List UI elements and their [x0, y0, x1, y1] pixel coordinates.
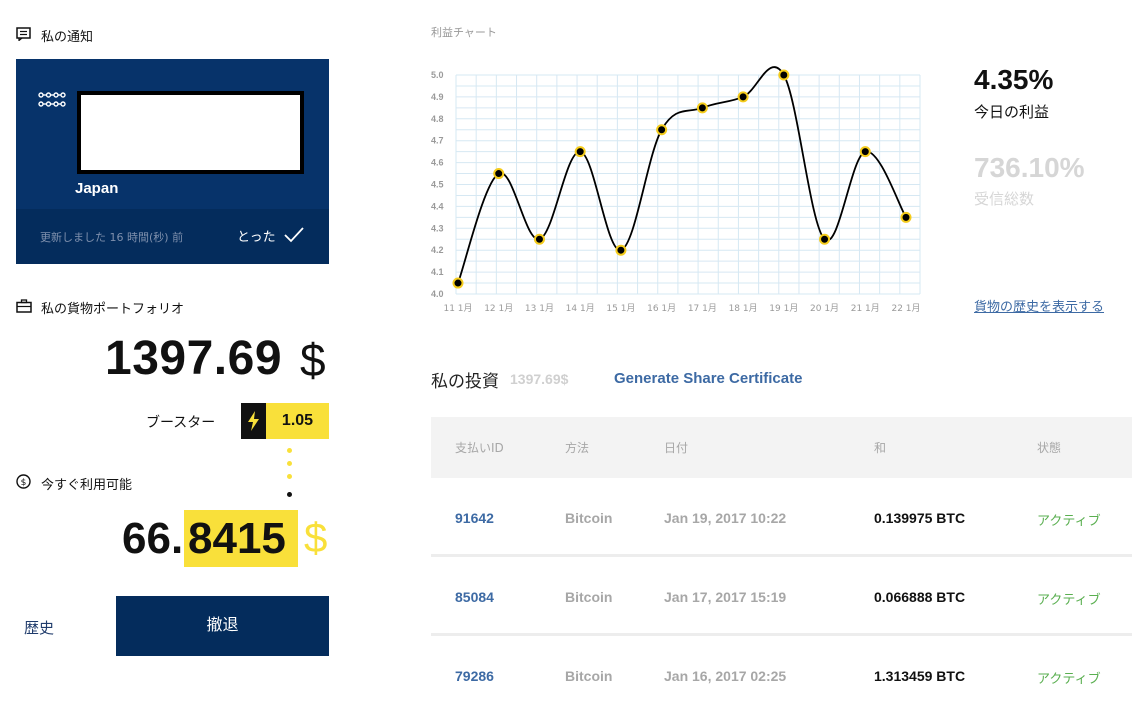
payment-id-link[interactable]: 91642: [455, 510, 494, 526]
payment-date: Jan 16, 2017 02:25: [664, 668, 787, 684]
y-tick-label: 4.1: [431, 267, 444, 277]
column-header-id: 支払いID: [455, 441, 504, 455]
y-tick-label: 4.5: [431, 180, 444, 190]
total-received-value: 736.10%: [974, 152, 1085, 183]
x-tick-label: 13 1月: [525, 303, 554, 314]
payment-sum: 0.066888 BTC: [874, 589, 966, 605]
x-tick-label: 15 1月: [606, 303, 635, 314]
data-point: [859, 146, 871, 158]
y-tick-label: 5.0: [431, 70, 444, 80]
payment-sum: 0.139975 BTC: [874, 510, 966, 526]
generate-certificate-link[interactable]: Generate Share Certificate: [614, 370, 802, 387]
table-row: 91642 Bitcoin Jan 19, 2017 10:22 0.13997…: [431, 478, 1132, 557]
payment-status: アクティブ: [1037, 593, 1101, 608]
y-tick-label: 4.8: [431, 114, 444, 124]
data-point: [452, 277, 464, 289]
column-header-method: 方法: [565, 441, 590, 455]
data-point: [900, 211, 912, 223]
payment-sum: 1.313459 BTC: [874, 668, 966, 684]
today-profit-value: 4.35%: [974, 64, 1054, 95]
x-tick-label: 21 1月: [851, 303, 880, 314]
data-point: [533, 233, 545, 245]
data-point: [819, 233, 831, 245]
x-tick-label: 17 1月: [688, 303, 717, 314]
x-tick-label: 11 1月: [443, 303, 472, 314]
x-tick-label: 14 1月: [566, 303, 595, 314]
column-header-sum: 和: [874, 441, 887, 455]
payment-date: Jan 19, 2017 10:22: [664, 510, 787, 526]
investments-title: 私の投資: [431, 372, 499, 392]
x-tick-label: 16 1月: [647, 303, 676, 314]
y-tick-label: 4.4: [431, 201, 444, 211]
x-tick-label: 18 1月: [729, 303, 758, 314]
y-tick-label: 4.0: [431, 289, 444, 299]
x-tick-label: 22 1月: [891, 303, 920, 314]
table-row: 85084 Bitcoin Jan 17, 2017 15:19 0.06688…: [431, 557, 1132, 636]
payment-method: Bitcoin: [565, 510, 613, 526]
x-tick-label: 12 1月: [484, 303, 513, 314]
data-point: [615, 244, 627, 256]
y-tick-label: 4.2: [431, 245, 444, 255]
cargo-history-link[interactable]: 貨物の歴史を表示する: [974, 296, 1104, 315]
data-point: [493, 168, 505, 180]
payment-status: アクティブ: [1037, 672, 1101, 687]
y-tick-label: 4.3: [431, 223, 444, 233]
column-header-date: 日付: [664, 441, 689, 455]
y-tick-label: 4.6: [431, 158, 444, 168]
x-tick-label: 19 1月: [769, 303, 798, 314]
data-point: [574, 146, 586, 158]
table-header: 支払いID 方法 日付 和 状態: [431, 417, 1132, 478]
payment-method: Bitcoin: [565, 668, 613, 684]
payment-status: アクティブ: [1037, 514, 1101, 529]
data-point: [737, 91, 749, 103]
y-tick-label: 4.9: [431, 92, 444, 102]
payment-date: Jan 17, 2017 15:19: [664, 589, 787, 605]
payment-id-link[interactable]: 85084: [455, 589, 494, 605]
x-tick-label: 20 1月: [810, 303, 839, 314]
data-point: [778, 69, 790, 81]
investments-amount: 1397.69$: [510, 371, 569, 387]
column-header-status: 状態: [1037, 441, 1062, 455]
payment-id-link[interactable]: 79286: [455, 668, 494, 684]
y-tick-label: 4.7: [431, 136, 444, 146]
total-received-label: 受信総数: [974, 190, 1035, 208]
data-point: [696, 102, 708, 114]
table-row: 79286 Bitcoin Jan 16, 2017 02:25 1.31345…: [431, 636, 1132, 704]
data-point: [656, 124, 668, 136]
payment-method: Bitcoin: [565, 589, 613, 605]
today-profit-label: 今日の利益: [974, 103, 1050, 121]
